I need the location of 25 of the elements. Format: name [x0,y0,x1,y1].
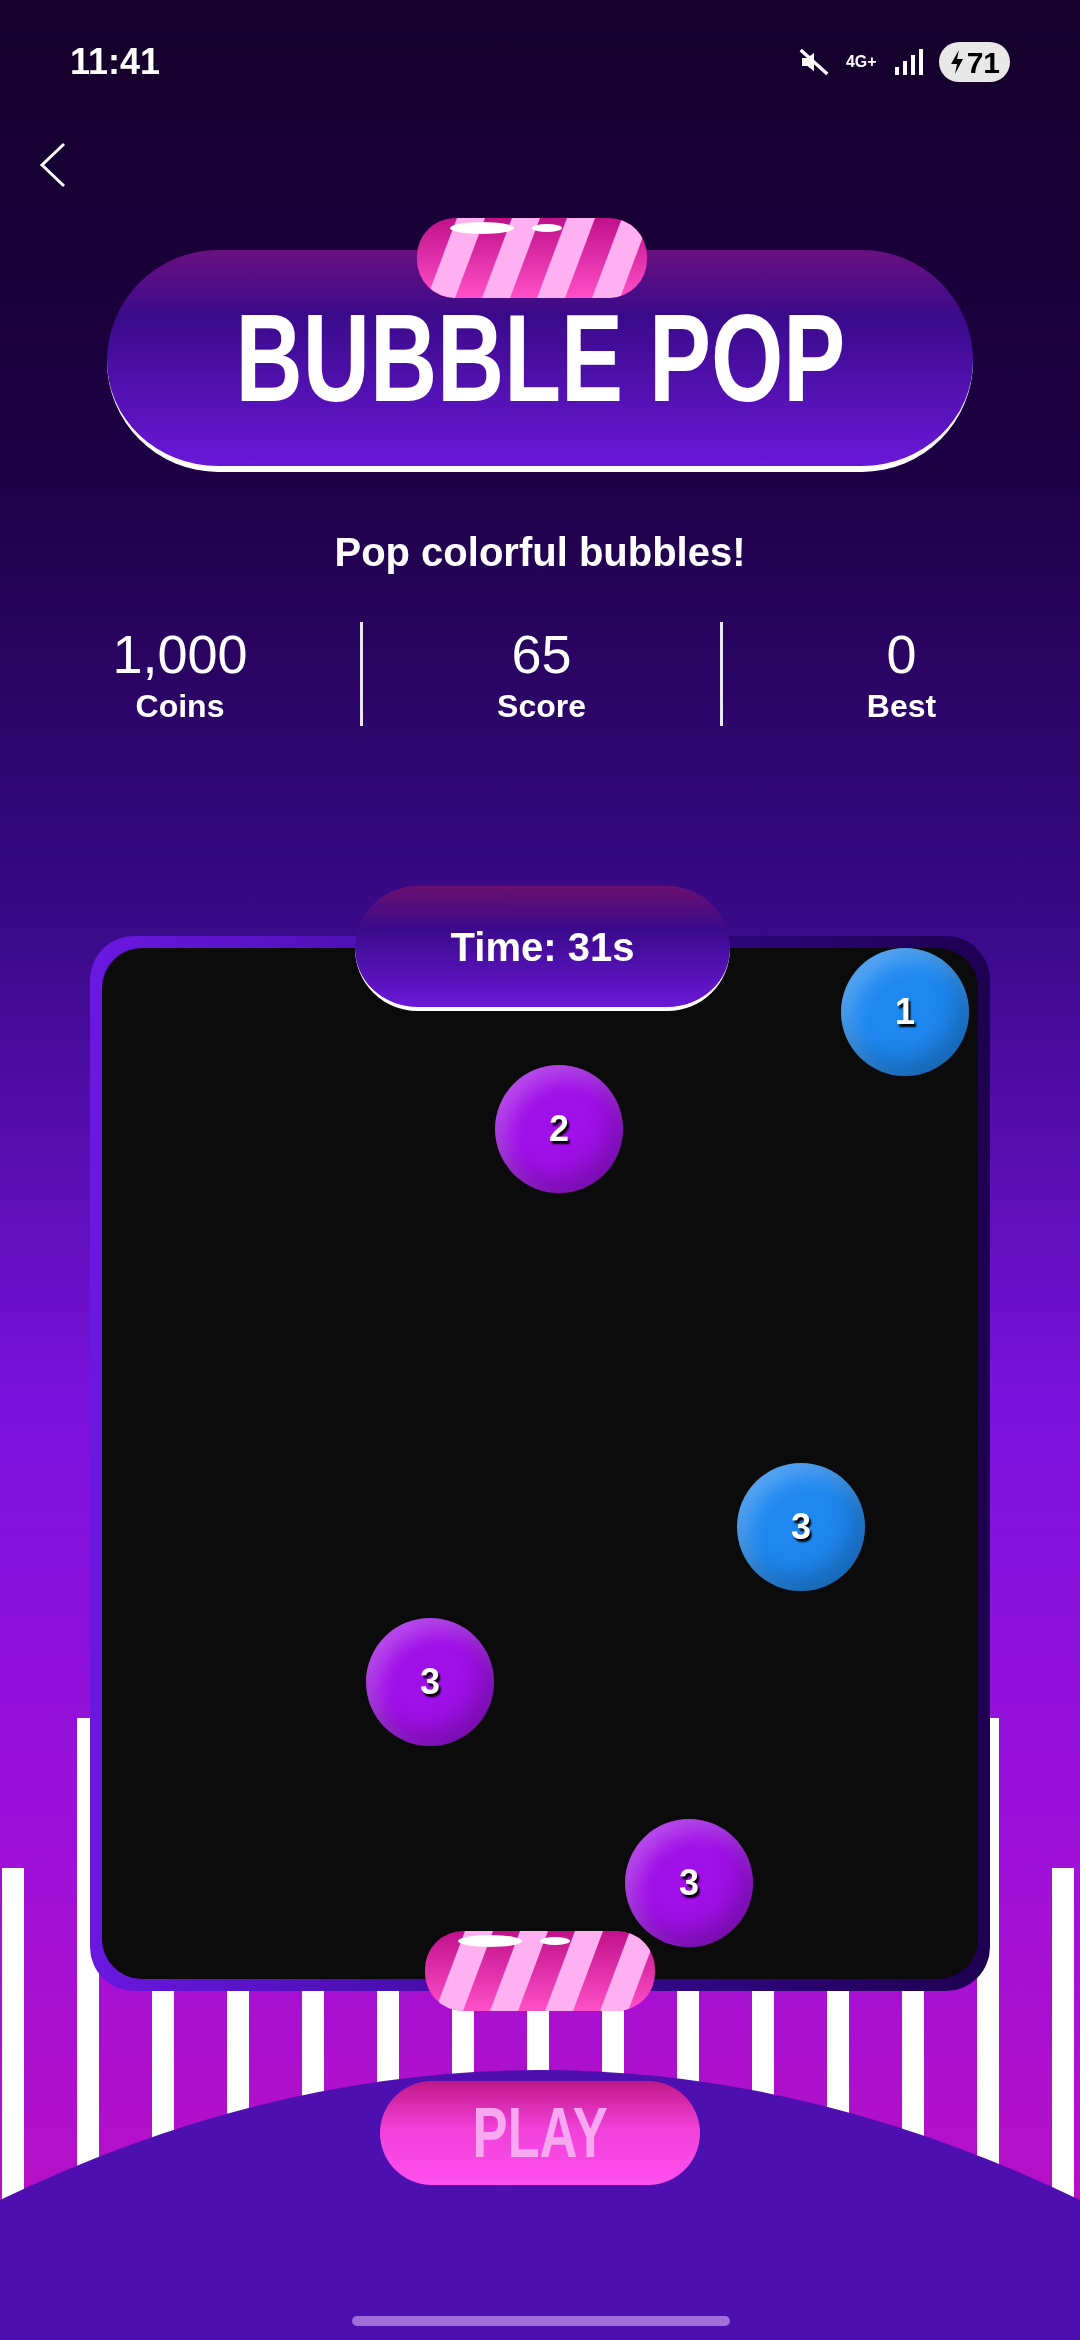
stat-label: Coins [135,687,225,726]
battery-indicator: 71 [938,42,1010,82]
back-icon[interactable] [38,141,68,189]
mute-icon [797,46,830,78]
stat-value: 1,000 [112,623,248,686]
bubble-number: 3 [679,1861,699,1905]
subtitle: Pop colorful bubbles! [333,529,747,576]
bubble-number: 3 [791,1505,811,1549]
stat-value: 65 [511,623,572,686]
bubble[interactable]: 3 [737,1463,865,1591]
stat-label: Score [497,687,586,726]
timer-text: Time: 31s [450,923,635,971]
bubble-number: 2 [549,1107,569,1151]
stat-label: Best [866,687,937,726]
bubble[interactable]: 3 [366,1618,494,1746]
bubble-number: 3 [420,1660,440,1704]
game-title: BUBBLE POP [235,296,845,420]
bubble[interactable]: 2 [495,1065,623,1193]
status-time: 11:41 [70,40,161,84]
bubble[interactable]: 1 [841,948,969,1076]
bubble-number: 1 [895,990,915,1034]
signal-icon [892,47,923,77]
bubble[interactable]: 3 [625,1819,753,1947]
network-label: 4G+ [845,54,877,70]
stat-value: 0 [886,623,917,686]
